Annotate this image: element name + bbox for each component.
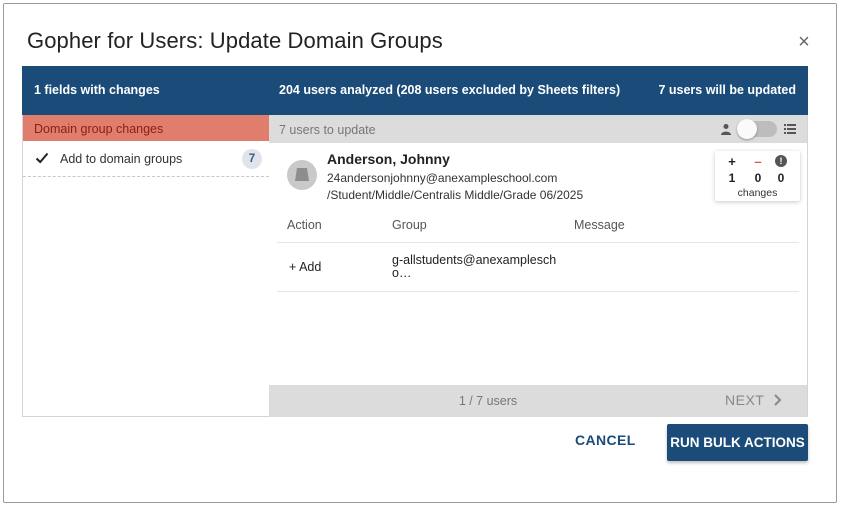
users-analyzed-summary: 204 users analyzed (208 users excluded b… [279,83,621,97]
add-action: + Add [289,260,322,274]
changes-table-header: Action Group Message [277,215,799,243]
errors-count: 0 [777,171,785,185]
pagination-bar: 1 / 7 users NEXT [269,385,807,417]
next-button-label: NEXT [725,392,765,408]
count-badge: 7 [242,149,262,169]
run-bulk-actions-button[interactable]: RUN BULK ACTIONS [667,424,808,461]
additions-icon: + [728,154,736,169]
avatar [287,160,317,190]
table-row: + Add g-allstudents@anexamplescho… [277,243,799,292]
dialog-title: Gopher for Users: Update Domain Groups [27,28,443,53]
toggle-knob[interactable] [737,119,757,139]
changes-card: + – ! 1 0 0 changes [715,151,800,201]
person-icon[interactable] [720,123,732,135]
summary-bar: 1 fields with changes 204 users analyzed… [22,66,808,115]
group-email: g-allstudents@anexamplescho… [392,253,557,280]
additions-count: 1 [728,171,736,185]
changes-label: changes [737,187,778,199]
user-email: 24andersonjohnny@anexampleschool.com [327,171,558,185]
users-to-update-header: 7 users to update [269,115,807,143]
close-icon[interactable]: × [794,32,814,52]
users-to-update-label: 7 users to update [279,123,376,137]
users-panel: 7 users to update Anderson, Johnny 24and… [269,115,808,417]
next-button[interactable]: NEXT [725,392,783,408]
list-item-label: Add to domain groups [60,152,183,166]
column-header-group: Group [392,218,427,232]
column-header-message: Message [574,218,625,232]
user-org-unit: /Student/Middle/Centralis Middle/Grade 0… [327,188,584,202]
users-updated-summary: 7 users will be updated [658,83,796,97]
list-item-add-to-domain-groups[interactable]: Add to domain groups 7 [23,141,269,177]
removals-icon: – [754,154,762,169]
page-indicator: 1 / 7 users [458,394,518,408]
check-icon [35,152,49,164]
view-toggle[interactable] [737,119,777,139]
list-icon[interactable] [784,123,796,135]
fields-changed-summary: 1 fields with changes [34,83,160,97]
chevron-right-icon [774,394,782,406]
cancel-button[interactable]: CANCEL [575,432,636,448]
error-icon: ! [775,155,787,167]
change-categories-panel: Domain group changes Add to domain group… [22,115,269,417]
user-name: Anderson, Johnny [327,151,450,167]
domain-group-changes-header[interactable]: Domain group changes [23,115,269,141]
column-header-action: Action [287,218,322,232]
user-silhouette-icon [295,168,309,181]
removals-count: 0 [754,171,762,185]
